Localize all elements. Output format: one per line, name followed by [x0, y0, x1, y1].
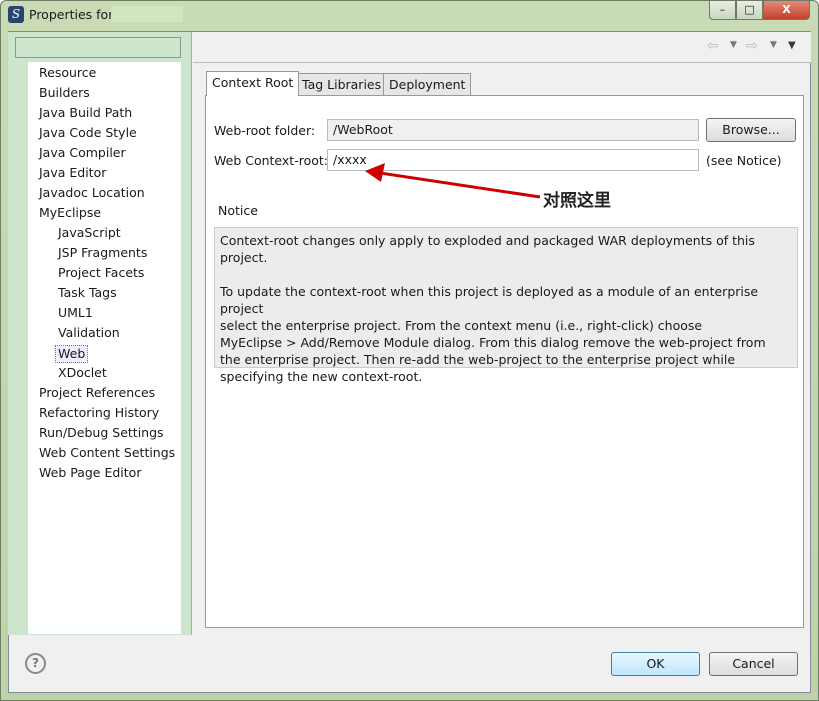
page-header: ⇦ ▼ ⇨ ▼ ▼	[193, 32, 811, 63]
tree-item[interactable]: Java Compiler	[39, 145, 126, 161]
back-menu-icon[interactable]: ▼	[730, 40, 737, 50]
browse-button[interactable]: Browse...	[706, 118, 796, 142]
tree-item[interactable]: JavaScript	[58, 225, 121, 241]
view-menu-icon[interactable]: ▼	[788, 40, 796, 51]
tab-deployment[interactable]: Deployment	[383, 73, 472, 96]
tree-item[interactable]: Project Facets	[58, 265, 144, 281]
notice-text: Context-root changes only apply to explo…	[214, 227, 798, 384]
window-title: Properties for	[29, 7, 114, 22]
tree-item[interactable]: Resource	[39, 65, 96, 81]
notice-line: specifying the new context-root.	[220, 369, 423, 384]
back-arrow-icon[interactable]: ⇦	[707, 38, 719, 54]
forward-arrow-icon[interactable]: ⇨	[746, 38, 758, 54]
annotation-arrow-icon	[365, 163, 541, 199]
tree-item[interactable]: Java Editor	[39, 165, 106, 181]
forward-menu-icon[interactable]: ▼	[770, 40, 777, 50]
tree-item[interactable]: Web Page Editor	[39, 465, 141, 481]
tree-item[interactable]: Validation	[58, 325, 120, 341]
tree-item[interactable]: XDoclet	[58, 365, 107, 381]
tree-item[interactable]: Project References	[39, 385, 155, 401]
tree-item[interactable]: Java Build Path	[39, 105, 132, 121]
properties-tree: Resource Builders Java Build Path Java Code…	[28, 62, 181, 634]
annotation-text: 对照这里	[543, 191, 611, 211]
see-notice-label: (see Notice)	[706, 153, 782, 168]
notice-title: Notice	[218, 203, 258, 218]
notice-line: the enterprise project. Then re-add the …	[220, 352, 736, 367]
tab-tag-libraries[interactable]: Tag Libraries	[296, 73, 388, 96]
help-icon[interactable]: ?	[25, 653, 46, 674]
maximize-button[interactable]: □	[736, 0, 763, 20]
tree-item[interactable]: Java Code Style	[39, 125, 137, 141]
webroot-label: Web-root folder:	[214, 123, 316, 138]
tree-item[interactable]: Run/Debug Settings	[39, 425, 164, 441]
tree-item[interactable]: Javadoc Location	[39, 185, 145, 201]
close-button[interactable]: X	[763, 0, 810, 20]
minimize-button[interactable]: –	[709, 0, 736, 20]
tree-item[interactable]: Task Tags	[58, 285, 117, 301]
notice-paragraph: Context-root changes only apply to explo…	[220, 233, 755, 265]
tree-item[interactable]: JSP Fragments	[58, 245, 147, 261]
tree-item[interactable]: UML1	[58, 305, 93, 321]
myeclipse-app-icon: S	[8, 6, 24, 23]
tree-item[interactable]: MyEclipse	[39, 205, 101, 221]
tree-item[interactable]: Web	[55, 345, 89, 363]
filter-input[interactable]	[15, 37, 181, 58]
tree-item[interactable]: Builders	[39, 85, 90, 101]
notice-line: select the enterprise project. From the …	[220, 318, 703, 333]
title-project-name-redacted	[111, 6, 183, 22]
ok-button[interactable]: OK	[611, 652, 700, 676]
notice-line: To update the context-root when this pro…	[220, 284, 759, 316]
notice-line: MyEclipse > Add/Remove Module dialog. Fr…	[220, 335, 766, 350]
context-root-label: Web Context-root:	[214, 153, 328, 168]
tree-item[interactable]: Web Content Settings	[39, 445, 175, 461]
cancel-button[interactable]: Cancel	[709, 652, 798, 676]
tree-item[interactable]: Refactoring History	[39, 405, 159, 421]
webroot-field[interactable]: /WebRoot	[327, 119, 699, 141]
tab-context-root[interactable]: Context Root	[206, 71, 300, 96]
